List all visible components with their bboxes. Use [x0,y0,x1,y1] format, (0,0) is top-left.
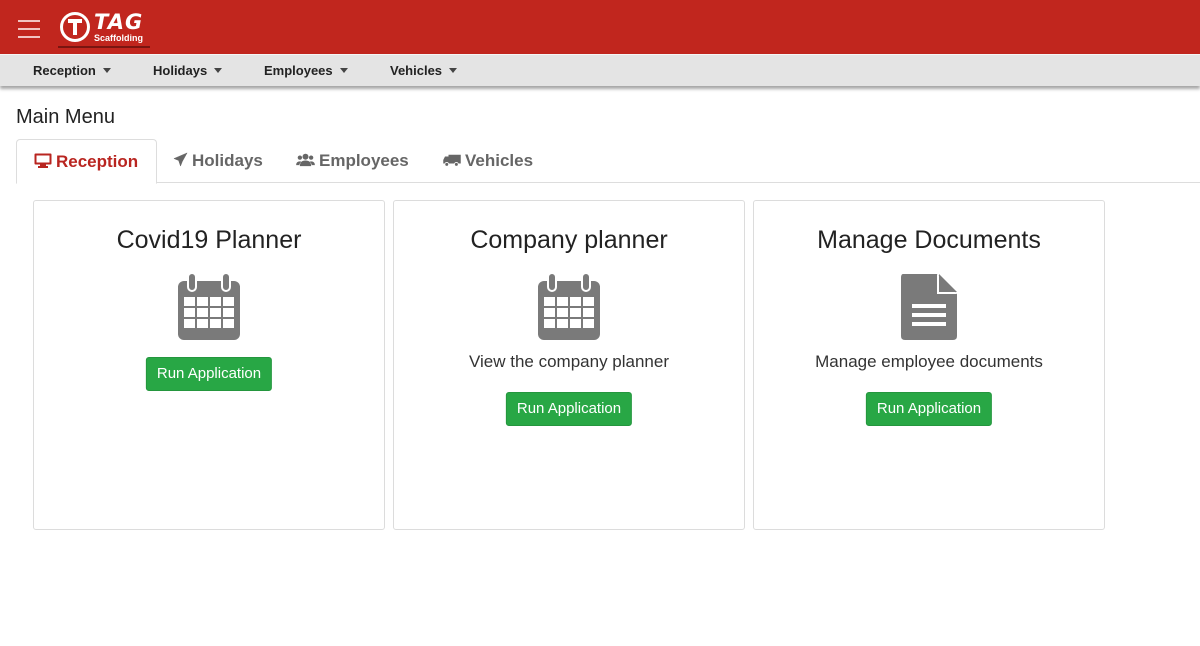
tab-holidays-label: Holidays [192,151,263,170]
card-title: Manage Documents [817,226,1041,254]
tab-employees-label: Employees [319,151,409,170]
nav-holidays-label: Holidays [153,63,208,78]
nav-reception-label: Reception [33,63,96,78]
tab-vehicles-label: Vehicles [465,151,534,170]
run-application-button[interactable]: Run Application [505,392,633,426]
logo-underline [58,46,150,48]
monitor-icon [34,153,52,168]
tab-vehicles[interactable]: Vehicles [443,139,533,183]
run-application-button[interactable]: Run Application [145,357,273,391]
nav-employees-label: Employees [264,63,333,78]
calendar-icon [177,272,241,346]
tab-employees[interactable]: Employees [296,139,409,183]
tab-holidays[interactable]: Holidays [173,139,263,183]
calendar-icon [537,272,601,346]
page-title: Main Menu [16,106,115,128]
company-logo[interactable]: TAG Scaffolding [56,8,152,48]
nav-holidays-dropdown[interactable]: Holidays [153,63,223,78]
nav-vehicles-dropdown[interactable]: Vehicles [390,63,458,78]
caret-down-icon [102,68,111,73]
main-navbar: Reception Holidays Employees Vehicles [0,54,1200,86]
hamburger-menu-icon[interactable] [18,20,40,38]
logo-tagline: Scaffolding [94,33,143,43]
caret-down-icon [449,68,458,73]
nav-employees-dropdown[interactable]: Employees [264,63,348,78]
logo-text: TAG [94,10,144,34]
users-icon [296,153,315,167]
nav-vehicles-label: Vehicles [390,63,443,78]
card-description: View the company planner [468,352,670,371]
top-header: TAG Scaffolding [0,0,1200,54]
caret-down-icon [339,68,348,73]
card-title: Company planner [470,226,668,254]
app-card-manage-documents: Manage Documents Manage employee documen… [753,200,1105,530]
nav-reception-dropdown[interactable]: Reception [33,63,111,78]
app-card-company-planner: Company planner View the company planner… [393,200,745,530]
card-description: Manage employee documents [815,352,1043,371]
tab-reception[interactable]: Reception [16,139,158,184]
tab-reception-label: Reception [56,152,139,171]
app-card-covid19-planner: Covid19 Planner Run Application [33,200,385,530]
main-menu-tabs: Reception Holidays Employees Vehicles [16,139,1200,184]
caret-down-icon [214,68,223,73]
document-icon [900,273,958,346]
run-application-button[interactable]: Run Application [865,392,993,426]
card-title: Covid19 Planner [116,226,302,254]
logo-mark [60,12,90,42]
plane-icon [173,152,188,167]
truck-icon [443,154,461,167]
